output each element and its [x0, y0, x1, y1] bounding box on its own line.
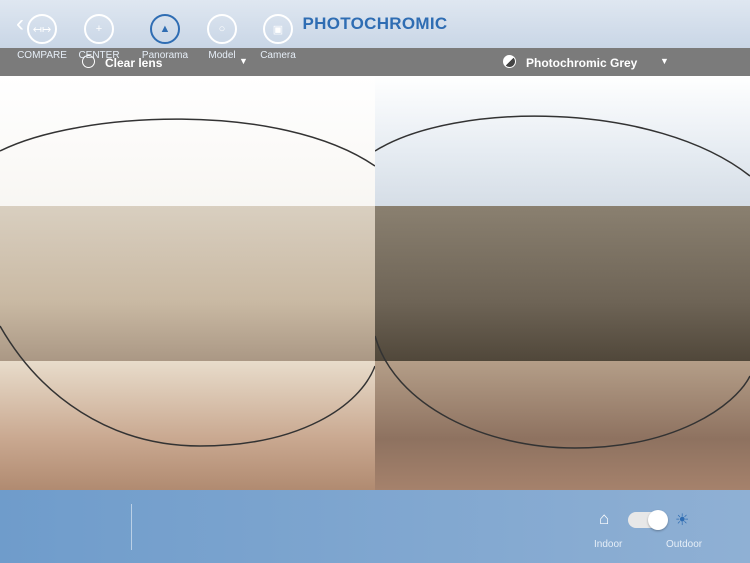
center-label: CENTER	[78, 50, 120, 61]
compare-label: COMPARE	[17, 50, 67, 61]
camera-button[interactable]: ▣ Camera	[248, 14, 308, 61]
panorama-label: Panorama	[141, 50, 189, 61]
indoor-label: Indoor	[594, 539, 623, 550]
person-icon: ○	[207, 14, 237, 44]
half-filled-circle-icon	[503, 55, 516, 68]
compare-icon: ↤↦	[27, 14, 57, 44]
right-lens-label: Photochromic Grey	[526, 56, 638, 70]
model-label: Model	[208, 50, 236, 61]
page-title: PHOTOCHROMIC	[302, 14, 448, 33]
dropdown-arrow-icon: ▼	[660, 56, 669, 66]
panorama-icon: ▲	[150, 14, 180, 44]
camera-label: Camera	[260, 50, 296, 61]
panorama-button[interactable]: ▲ Panorama	[135, 14, 195, 61]
clear-lens-view	[0, 76, 375, 490]
house-icon: ⌂	[599, 509, 610, 528]
model-button[interactable]: ○ Model	[192, 14, 252, 61]
crosshair-icon: +	[84, 14, 114, 44]
lens-outline	[375, 115, 750, 449]
outdoor-label: Outdoor	[666, 539, 703, 550]
right-lens-dropdown[interactable]: Photochromic Grey ▼	[375, 48, 750, 76]
compare-button[interactable]: ↤↦ COMPARE	[12, 14, 72, 61]
indoor-outdoor-toggle[interactable]	[628, 510, 668, 530]
lens-outline	[0, 118, 375, 447]
toolbar-divider	[131, 504, 132, 550]
photochromic-lens-view	[375, 76, 750, 490]
sun-icon: ☀	[675, 512, 690, 529]
center-button[interactable]: + CENTER	[69, 14, 129, 61]
camera-icon: ▣	[263, 14, 293, 44]
toggle-knob[interactable]	[648, 510, 668, 530]
